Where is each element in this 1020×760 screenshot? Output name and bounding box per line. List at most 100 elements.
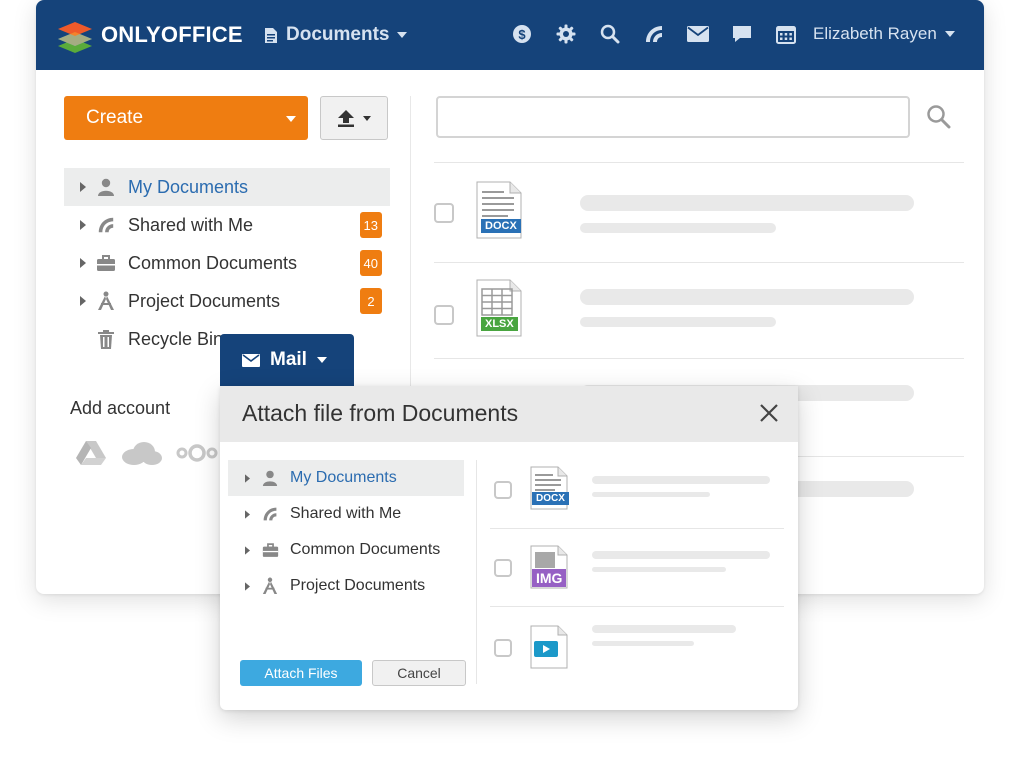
close-icon[interactable] [758,402,780,429]
chevron-down-icon [316,357,327,363]
mail-icon[interactable] [686,22,710,46]
skeleton-title [592,625,736,633]
sidebar-item-project-documents[interactable]: Project Documents 2 [64,282,390,320]
file-checkbox[interactable] [494,559,512,577]
dialog-tree-item-common-documents[interactable]: Common Documents [228,532,464,568]
expand-arrow-icon[interactable] [240,581,254,591]
onlyoffice-logo-icon[interactable] [56,20,94,59]
search-icon[interactable] [598,22,622,46]
briefcase-icon [94,254,118,272]
document-icon [265,27,277,43]
dialog-title: Attach file from Documents [242,400,519,426]
add-account-label: Add account [70,398,171,418]
attach-file-dialog: Attach file from Documents My Documents … [220,386,798,710]
svg-text:$: $ [518,27,526,42]
logo-text: ONLYOFFICE [101,22,243,47]
upload-button[interactable] [320,96,388,140]
calendar-icon[interactable] [774,22,798,46]
search-input[interactable] [436,96,910,138]
image-file-icon: IMG [530,545,568,594]
mail-icon [242,353,260,367]
third-party-accounts [76,440,218,471]
payment-icon[interactable]: $ [510,22,534,46]
attach-files-button[interactable]: Attach Files [240,660,362,686]
chevron-down-icon [944,31,955,37]
nextcloud-icon[interactable] [176,443,218,468]
google-drive-icon[interactable] [76,440,106,471]
expand-arrow-icon[interactable] [240,545,254,555]
expand-arrow-icon[interactable] [76,296,90,306]
settings-icon[interactable] [554,22,578,46]
file-checkbox[interactable] [434,305,454,325]
sidebar-item-label: Shared with Me [128,214,254,235]
file-type-tag: DOCX [481,219,521,233]
user-icon [94,178,118,196]
skeleton-title [580,289,914,305]
chevron-down-icon [286,116,296,122]
file-row[interactable]: XLSX [434,262,964,359]
skeleton-title [592,551,770,559]
sidebar-item-label: My Documents [128,176,249,197]
shared-icon [94,216,118,234]
search-icon[interactable] [926,104,952,135]
dialog-file-row[interactable]: IMG [490,528,784,607]
project-icon [258,577,282,595]
file-checkbox[interactable] [434,203,454,223]
create-button-label: Create [86,107,144,128]
dialog-divider [476,460,477,684]
skeleton-meta [580,317,776,327]
file-checkbox[interactable] [494,639,512,657]
tree-item-label: My Documents [290,469,397,486]
docx-file-icon: DOCX [476,181,522,244]
file-type-tag: IMG [532,569,567,587]
feed-icon[interactable] [642,22,666,46]
count-badge: 2 [360,288,382,314]
module-selector[interactable]: Documents [264,24,408,46]
dialog-folder-tree: My Documents Shared with Me Common Docum… [228,460,464,604]
dialog-tree-item-my-documents[interactable]: My Documents [228,460,464,496]
dialog-file-row[interactable] [490,606,784,683]
mail-module-tab[interactable]: Mail [220,334,354,386]
chat-icon[interactable] [730,22,754,46]
project-icon [94,291,118,311]
skeleton-title [592,476,770,484]
onedrive-icon[interactable] [120,440,162,471]
skeleton-meta [580,223,776,233]
sidebar-item-my-documents[interactable]: My Documents [64,168,390,206]
tree-item-label: Project Documents [290,577,426,594]
dialog-header: Attach file from Documents [220,386,798,442]
file-checkbox[interactable] [494,481,512,499]
dialog-file-row[interactable]: DOCX [490,452,784,528]
dialog-tree-item-project-documents[interactable]: Project Documents [228,568,464,604]
file-type-tag: DOCX [532,492,569,505]
user-menu[interactable]: Elizabeth Rayen [813,24,955,44]
trash-icon [94,329,118,349]
expand-arrow-icon[interactable] [76,182,90,192]
chevron-down-icon [363,115,371,121]
create-button[interactable]: Create [64,96,308,140]
tree-item-label: Shared with Me [290,505,402,522]
dialog-tree-item-shared-with-me[interactable]: Shared with Me [228,496,464,532]
xlsx-file-icon: XLSX [476,279,522,342]
user-name: Elizabeth Rayen [813,24,937,43]
expand-arrow-icon[interactable] [240,509,254,519]
video-file-icon [530,625,568,674]
sidebar-item-shared-with-me[interactable]: Shared with Me 13 [64,206,390,244]
shared-icon [258,506,282,522]
cancel-button[interactable]: Cancel [372,660,466,686]
sidebar-item-common-documents[interactable]: Common Documents 40 [64,244,390,282]
count-badge: 40 [359,250,382,276]
module-label: Documents [286,24,390,45]
mail-tab-label: Mail [270,349,307,370]
count-badge: 13 [359,212,382,238]
file-row[interactable]: DOCX [434,162,964,263]
skeleton-meta [592,492,710,497]
top-navigation-bar: ONLYOFFICE Documents $ Elizabeth Rayen [36,0,984,70]
expand-arrow-icon[interactable] [76,258,90,268]
briefcase-icon [258,542,282,558]
expand-arrow-icon[interactable] [76,220,90,230]
folder-tree: My Documents Shared with Me 13 Common Do… [64,168,390,358]
sidebar-item-label: Project Documents [128,290,281,311]
expand-arrow-icon[interactable] [240,473,254,483]
docx-file-icon: DOCX [530,466,569,515]
